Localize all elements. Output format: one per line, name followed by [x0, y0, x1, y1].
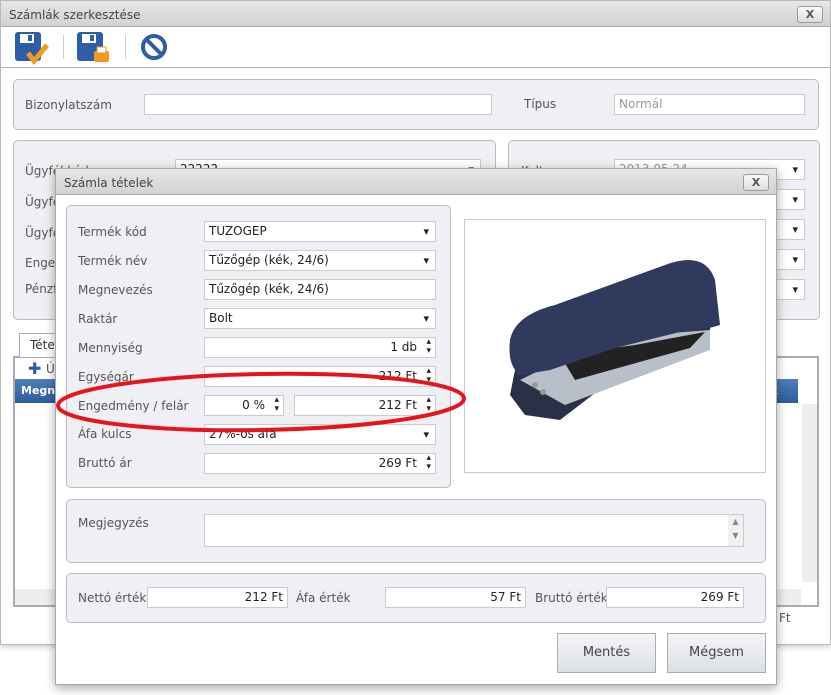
doc-number-label: Bizonylatszám	[25, 98, 112, 112]
discount-percent-stepper[interactable]: 0 %	[204, 395, 284, 416]
save-check-icon[interactable]	[14, 31, 50, 65]
unit-price-stepper[interactable]: 212 Ft	[204, 366, 436, 387]
note-scrollbar[interactable]: ▲ ▼	[728, 515, 743, 546]
warehouse-select[interactable]: Bolt	[204, 308, 436, 329]
toolbar-separator	[125, 35, 126, 59]
window-title-bar: Számlák szerkesztése	[1, 1, 830, 27]
vat-value-field: 57 Ft	[385, 587, 526, 608]
gross-value-field: 269 Ft	[606, 587, 744, 608]
vat-rate-label: Áfa kulcs	[78, 427, 132, 441]
save-print-icon[interactable]	[76, 31, 112, 65]
save-button[interactable]: Mentés	[557, 633, 656, 673]
product-code-select[interactable]: TUZOGEP	[204, 221, 436, 242]
cancel-icon[interactable]	[139, 32, 169, 62]
vertical-scrollbar[interactable]	[802, 404, 817, 582]
vat-rate-select[interactable]: 27%-os áfa	[204, 424, 436, 445]
toolbar-separator	[63, 35, 64, 59]
description-input[interactable]: Tűzőgép (kék, 24/6)	[204, 279, 436, 300]
product-image-frame	[464, 219, 766, 473]
description-label: Megnevezés	[78, 283, 153, 297]
note-textarea[interactable]	[204, 514, 744, 547]
product-image-stapler	[509, 260, 720, 420]
quantity-label: Mennyiség	[78, 341, 143, 355]
warehouse-label: Raktár	[78, 312, 118, 326]
type-input: Normál	[614, 94, 805, 115]
toolbar	[1, 27, 830, 68]
unit-price-label: Egységár	[78, 370, 134, 384]
dialog-title: Számla tételek	[64, 176, 154, 190]
invoice-items-dialog: Számla tételek X Termék kód TUZOGEP Term…	[55, 168, 777, 685]
doc-number-input[interactable]	[144, 94, 492, 115]
grid-footer-value: Ft	[779, 611, 791, 625]
vat-value-label: Áfa érték	[296, 591, 351, 605]
note-label: Megjegyzés	[78, 516, 149, 530]
tab-label: Tétel	[30, 338, 59, 352]
gross-price-stepper[interactable]: 269 Ft	[204, 453, 436, 474]
dialog-close-button[interactable]: X	[743, 174, 769, 191]
net-value-label: Nettó érték	[78, 591, 147, 605]
dialog-title-bar: Számla tételek	[56, 169, 776, 195]
cancel-button[interactable]: Mégsem	[667, 633, 766, 673]
product-name-select[interactable]: Tűzőgép (kék, 24/6)	[204, 250, 436, 271]
quantity-stepper[interactable]: 1 db	[204, 337, 436, 358]
window-close-button[interactable]: X	[797, 6, 823, 23]
window-title: Számlák szerkesztése	[9, 8, 141, 22]
gross-value-label: Bruttó érték	[535, 591, 608, 605]
discount-label: Engedmény / felár	[78, 399, 189, 413]
currency-label: Pénzf	[25, 282, 58, 296]
net-value-field: 212 Ft	[147, 587, 288, 608]
type-label: Típus	[524, 97, 557, 111]
discount-amount-stepper[interactable]: 212 Ft	[294, 395, 436, 416]
product-name-label: Termék név	[78, 254, 148, 268]
product-code-label: Termék kód	[78, 225, 147, 239]
gross-price-label: Bruttó ár	[78, 456, 132, 470]
plus-icon: ✚	[28, 359, 42, 378]
